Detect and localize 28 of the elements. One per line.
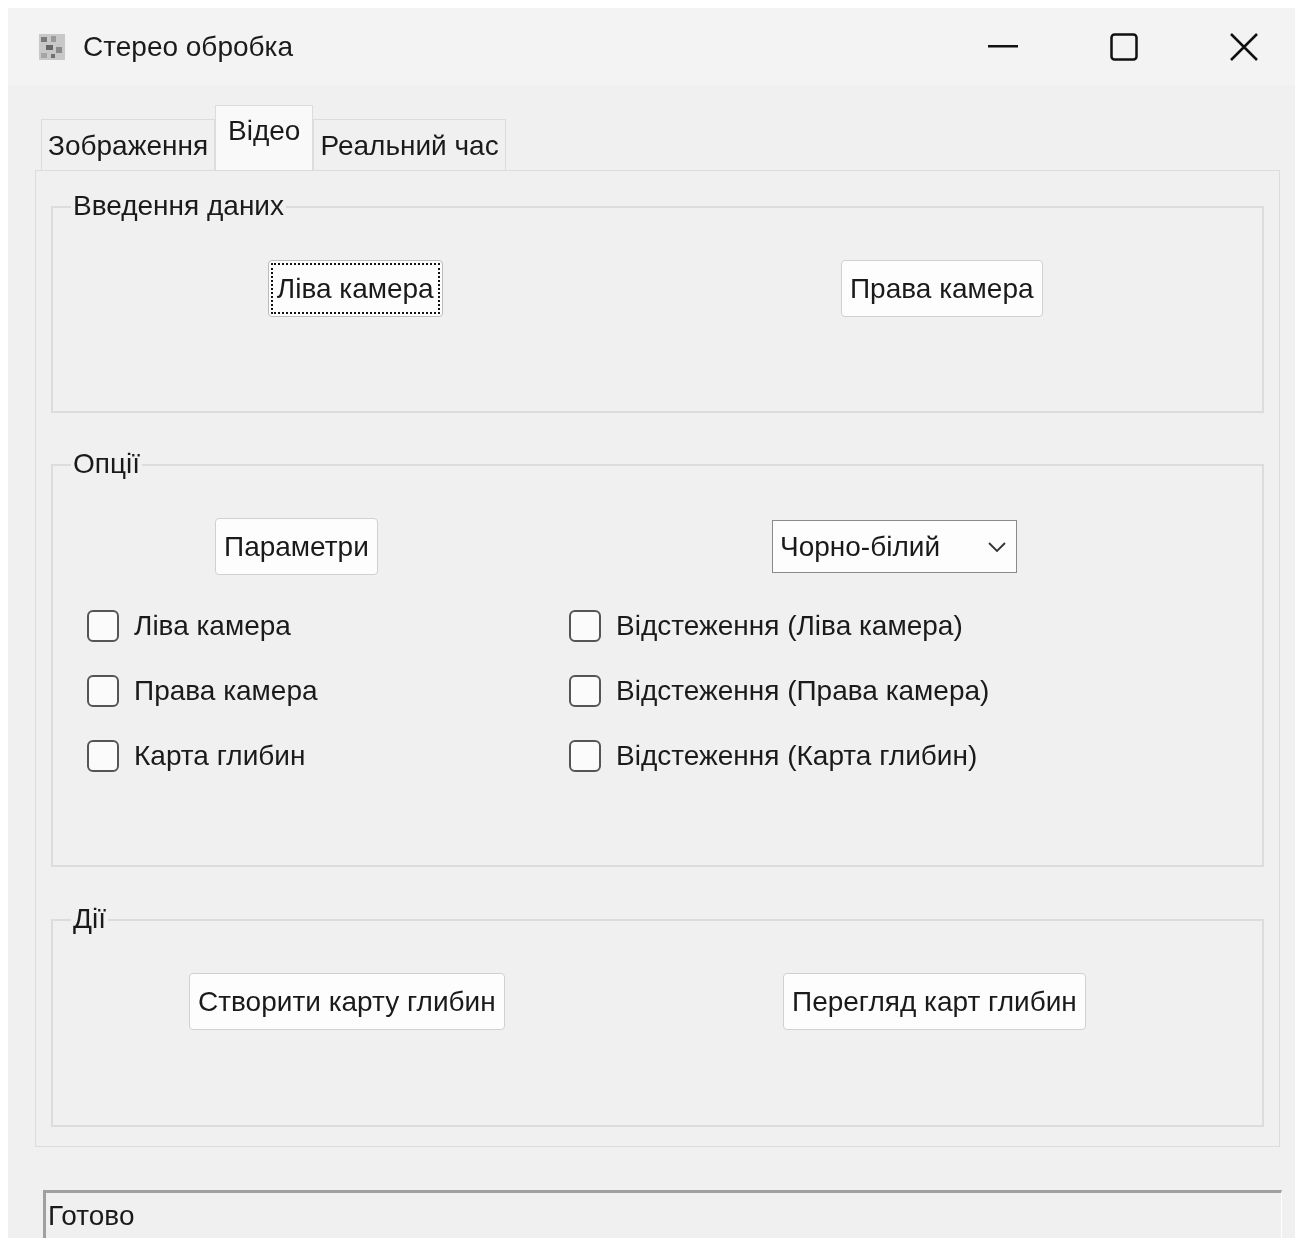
checkbox[interactable]	[87, 609, 119, 642]
checkbox[interactable]	[569, 609, 601, 642]
checkbox[interactable]	[87, 739, 119, 772]
parameters-button[interactable]: Параметри	[215, 518, 378, 575]
checkbox[interactable]	[569, 739, 601, 772]
checkbox-label[interactable]: Права камера	[134, 674, 318, 707]
create-depth-map-button[interactable]: Створити карту глибин	[189, 973, 505, 1030]
checkbox[interactable]	[569, 674, 601, 707]
checkbox-label[interactable]: Ліва камера	[134, 609, 291, 642]
status-bar: Готово	[43, 1190, 1282, 1238]
checkbox-label[interactable]: Карта глибин	[134, 739, 306, 772]
chevron-down-icon	[988, 541, 1006, 552]
tab[interactable]: Реальний час	[313, 119, 506, 170]
checkbox-label[interactable]: Відстеження (Ліва камера)	[616, 609, 963, 642]
minimize-icon[interactable]	[988, 44, 1018, 49]
tab[interactable]: Відео	[215, 105, 314, 170]
checkbox-label[interactable]: Відстеження (Карта глибин)	[616, 739, 978, 772]
window-title: Стерео обробка	[83, 30, 294, 63]
left-camera-button[interactable]: Ліва камера	[267, 260, 443, 317]
color-mode-dropdown[interactable]: Чорно-білий	[772, 520, 1017, 573]
tab[interactable]: Зображення	[41, 119, 216, 170]
checkbox-label[interactable]: Відстеження (Права камера)	[616, 674, 990, 707]
app-icon	[37, 31, 67, 62]
checkbox[interactable]	[87, 674, 119, 707]
close-icon[interactable]	[1230, 32, 1258, 61]
right-camera-button[interactable]: Права камера	[840, 260, 1043, 317]
maximize-icon[interactable]	[1110, 32, 1138, 61]
view-depth-maps-button[interactable]: Перегляд карт глибин	[783, 973, 1086, 1030]
